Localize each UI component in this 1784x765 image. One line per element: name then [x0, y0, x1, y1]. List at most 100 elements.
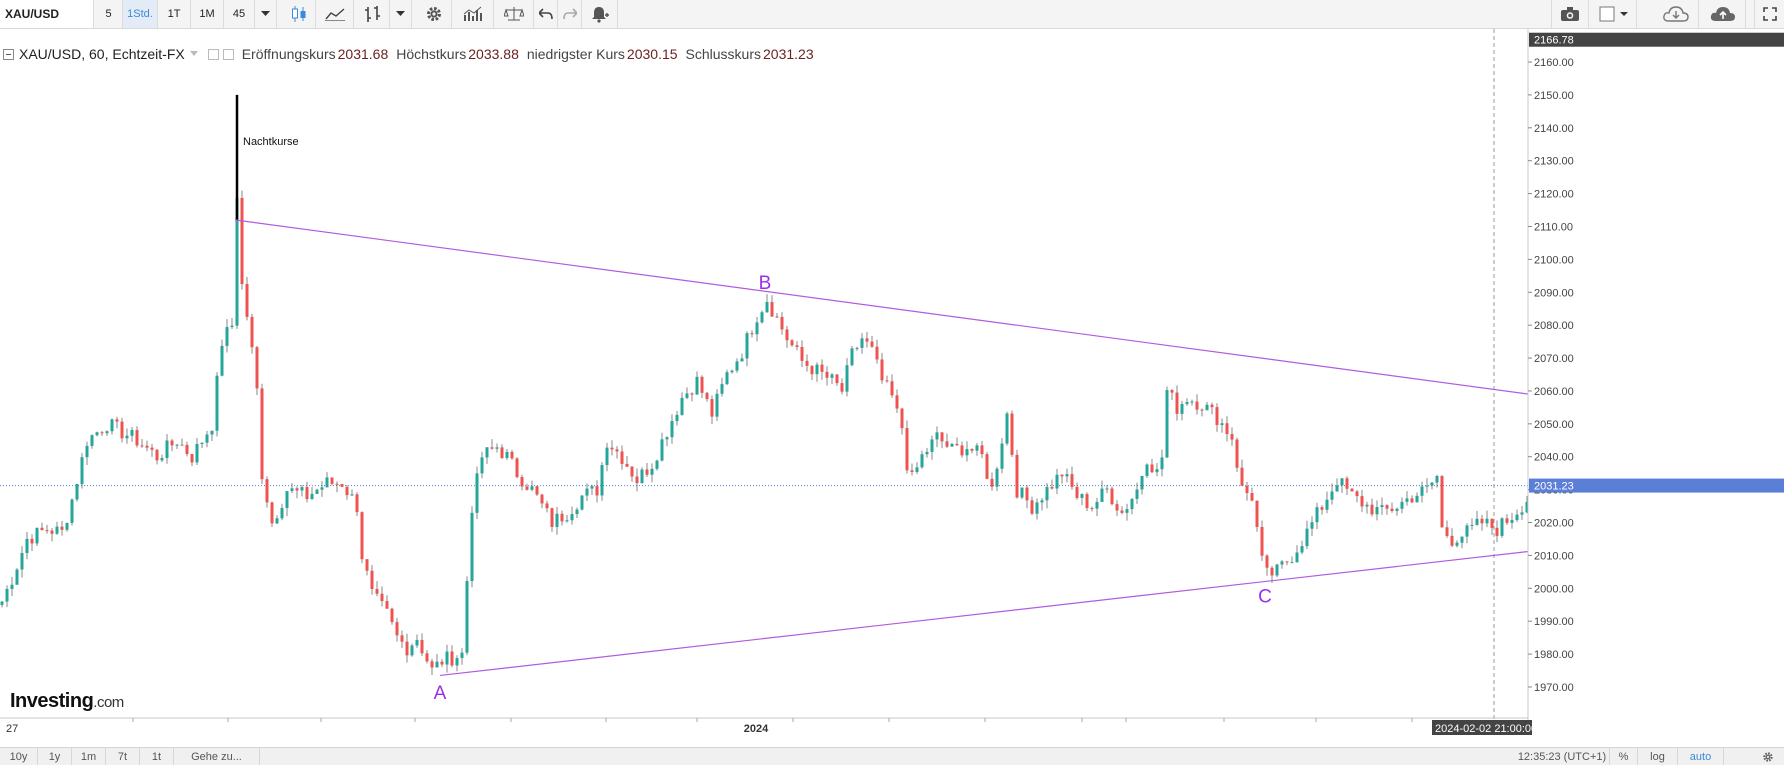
symbol-search-input[interactable]: XAU/USD — [0, 0, 94, 28]
goto-date-button[interactable]: Gehe zu... — [174, 748, 260, 765]
drawing-tools-button[interactable] — [356, 0, 390, 28]
ytick-label: 2120.00 — [1534, 189, 1574, 201]
interval-45-button[interactable]: 45 — [224, 0, 255, 28]
candle — [1145, 463, 1149, 479]
interval-label: 1M — [199, 8, 215, 20]
candle-body — [1470, 524, 1474, 526]
candle-body — [1490, 518, 1494, 528]
undo-button[interactable] — [534, 0, 558, 28]
interval-1std-button[interactable]: 1Std. — [123, 0, 158, 28]
candle-body — [860, 338, 864, 348]
candle — [360, 511, 364, 564]
range-1t-button[interactable]: 1t — [140, 748, 174, 765]
candle — [815, 362, 819, 382]
candle — [410, 643, 414, 657]
candle — [1445, 520, 1449, 538]
candle-body — [465, 581, 469, 653]
candle-body — [430, 661, 434, 668]
candle — [5, 585, 9, 608]
alert-button[interactable] — [582, 0, 618, 28]
candle — [590, 484, 594, 496]
candle-body — [35, 527, 39, 544]
candle-body — [80, 457, 84, 485]
indicators-button[interactable] — [316, 0, 354, 28]
compare-button[interactable] — [452, 0, 494, 28]
range-10y-button[interactable]: 10y — [0, 748, 38, 765]
candle-body — [170, 440, 174, 446]
chart-style-button[interactable] — [282, 0, 316, 28]
candle — [415, 634, 419, 648]
cloud-upload-button[interactable] — [1700, 0, 1746, 28]
candle — [255, 345, 259, 395]
candle-body — [485, 447, 489, 458]
candle — [740, 353, 744, 362]
candle — [1290, 556, 1294, 564]
candle-body — [155, 449, 159, 461]
range-1y-button[interactable]: 1y — [38, 748, 72, 765]
candle — [75, 483, 79, 502]
range-1m-button[interactable]: 1m — [72, 748, 106, 765]
candle-body — [950, 443, 954, 447]
candle-body — [1045, 487, 1049, 501]
candle — [950, 442, 954, 447]
ytick-label: 2020.00 — [1534, 518, 1574, 530]
candle — [265, 476, 269, 508]
percent-scale-button[interactable]: % — [1610, 748, 1638, 765]
candle — [1120, 506, 1124, 515]
balance-button[interactable] — [494, 0, 534, 28]
candle-body — [1190, 401, 1194, 403]
candle — [800, 340, 804, 368]
settings-small-icon[interactable] — [222, 48, 234, 60]
candle — [425, 650, 429, 664]
candle-body — [1335, 485, 1339, 492]
interval-1m-button[interactable]: 1M — [191, 0, 224, 28]
candle-body — [1420, 486, 1424, 496]
candle-body — [955, 443, 959, 446]
candle-body — [740, 358, 744, 362]
crosshair-date-label: 2024-02-02 21:00:00 — [1435, 723, 1537, 735]
candle-body — [870, 341, 874, 347]
range-7t-button[interactable]: 7t — [106, 748, 140, 765]
chevron-down-icon[interactable] — [189, 51, 198, 57]
eye-icon[interactable] — [207, 48, 219, 60]
candle — [250, 313, 254, 354]
settings-button[interactable] — [416, 0, 452, 28]
interval-dropdown-button[interactable] — [255, 0, 277, 28]
screenshot-button[interactable] — [1551, 0, 1589, 28]
candle-body — [270, 502, 274, 524]
candle — [920, 450, 924, 469]
axis-settings-button[interactable] — [1752, 748, 1784, 765]
candle-body — [645, 469, 649, 475]
candle-body — [1255, 500, 1259, 527]
candle-body — [1495, 527, 1499, 536]
cloud-download-button[interactable] — [1653, 0, 1699, 28]
candle — [300, 485, 304, 497]
low-label: niedrigster Kurs — [526, 46, 625, 62]
fullscreen-button[interactable] — [1754, 0, 1784, 28]
candle — [700, 375, 704, 398]
candle — [130, 427, 134, 442]
price-chart[interactable]: ABCDENachtkurse 1970.001980.001990.00200… — [0, 29, 1784, 747]
candle-body — [1315, 507, 1319, 523]
range-label: 7t — [117, 750, 128, 763]
redo-button[interactable] — [558, 0, 582, 28]
candle — [880, 352, 884, 384]
collapse-icon[interactable] — [3, 48, 14, 60]
fullscreen-icon — [1762, 7, 1777, 21]
interval-5-button[interactable]: 5 — [95, 0, 123, 28]
candle-body — [560, 513, 564, 522]
interval-1t-button[interactable]: 1T — [158, 0, 191, 28]
candle-body — [570, 514, 574, 521]
drawing-dropdown-button[interactable] — [390, 0, 412, 28]
candle-body — [1425, 485, 1429, 487]
auto-scale-button[interactable]: auto — [1678, 748, 1724, 765]
candle — [540, 493, 544, 509]
candle — [985, 451, 989, 480]
layout-button[interactable] — [1591, 0, 1637, 28]
current-price-label: 2031.23 — [1534, 481, 1574, 493]
log-scale-button[interactable]: log — [1638, 748, 1678, 765]
candle-body — [5, 588, 9, 602]
candle-body — [55, 526, 59, 534]
candle-body — [545, 503, 549, 509]
candle-body — [540, 494, 544, 504]
